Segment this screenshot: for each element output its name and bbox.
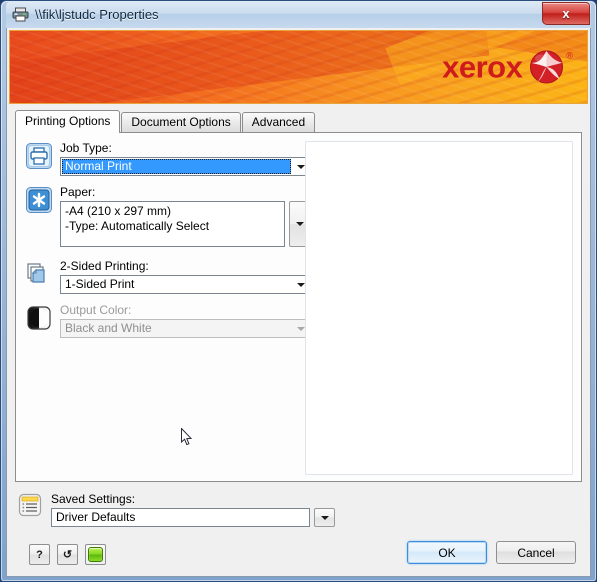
print-preview-panel[interactable] — [305, 141, 573, 475]
paper-summary-box[interactable]: -A4 (210 x 297 mm) -Type: Automatically … — [60, 201, 285, 247]
settings-column: Job Type: Normal Print Paper: -A4 (210 x… — [26, 141, 310, 347]
earth-smart-button[interactable] — [85, 544, 106, 565]
registered-trademark: ® — [566, 50, 573, 61]
job-type-printer-icon — [26, 143, 52, 169]
xerox-wordmark: xerox — [442, 49, 523, 85]
printer-icon — [12, 7, 29, 22]
xerox-logo: xerox ® — [442, 50, 573, 85]
paper-setting: Paper: -A4 (210 x 297 mm) -Type: Automat… — [26, 185, 310, 247]
tab-strip: Printing Options Document Options Advanc… — [15, 110, 590, 133]
dialog-action-buttons: OK Cancel — [398, 541, 576, 564]
tab-document-options[interactable]: Document Options — [121, 112, 241, 132]
paper-summary-row: -A4 (210 x 297 mm) -Type: Automatically … — [60, 201, 310, 247]
saved-settings-dropdown-button[interactable] — [314, 508, 335, 527]
tab-label: Document Options — [131, 115, 231, 129]
saved-settings-control: Driver Defaults — [51, 508, 335, 527]
job-type-combo[interactable]: Normal Print — [60, 157, 310, 176]
two-sided-printing-setting: 2-Sided Printing: 1-Sided Print — [26, 259, 310, 294]
xerox-banner: xerox ® — [9, 30, 588, 104]
job-type-value: Normal Print — [62, 159, 291, 174]
cancel-button[interactable]: Cancel — [496, 541, 576, 564]
chevron-down-icon — [320, 515, 329, 520]
restore-defaults-button[interactable]: ↺ — [57, 544, 78, 565]
output-color-label: Output Color: — [60, 303, 132, 317]
green-status-icon — [88, 547, 103, 562]
two-sided-value: 1-Sided Print — [65, 277, 135, 291]
saved-settings-list-icon — [17, 492, 43, 518]
utility-button-group: ? ↺ — [29, 544, 113, 565]
close-button-label: x — [562, 6, 570, 21]
tab-advanced[interactable]: Advanced — [241, 112, 316, 132]
properties-window: \\fik\ljstudc Properties x xerox ® Print… — [0, 0, 597, 582]
tab-label: Advanced — [251, 115, 306, 129]
paper-type-line: -Type: Automatically Select — [65, 219, 210, 233]
chevron-down-icon — [295, 222, 304, 226]
two-sided-combo[interactable]: 1-Sided Print — [60, 275, 310, 294]
question-mark-icon: ? — [36, 548, 43, 561]
title-bar: \\fik\ljstudc Properties x — [6, 1, 591, 28]
saved-settings-label: Saved Settings: — [51, 492, 136, 506]
job-type-label: Job Type: — [60, 141, 112, 155]
output-color-combo: Black and White — [60, 319, 310, 338]
close-icon[interactable]: x — [542, 2, 590, 25]
help-button[interactable]: ? — [29, 544, 50, 565]
paper-size-line: -A4 (210 x 297 mm) — [65, 204, 172, 218]
cancel-button-label: Cancel — [517, 545, 555, 560]
tab-printing-options[interactable]: Printing Options — [15, 110, 121, 133]
saved-settings-value[interactable]: Driver Defaults — [51, 508, 310, 527]
printing-options-panel: Job Type: Normal Print Paper: -A4 (210 x… — [15, 132, 582, 482]
window-title: \\fik\ljstudc Properties — [35, 7, 159, 22]
paper-label: Paper: — [60, 185, 96, 199]
dialog-client-area: xerox ® Printing Options Document Option… — [6, 28, 591, 577]
xerox-ball-logo-icon — [529, 50, 564, 85]
tab-label: Printing Options — [25, 114, 111, 128]
two-sided-pages-icon — [26, 261, 52, 287]
paper-asterisk-icon — [26, 187, 52, 213]
output-color-icon — [26, 305, 52, 331]
output-color-setting: Output Color: Black and White — [26, 303, 310, 338]
two-sided-label: 2-Sided Printing: — [60, 259, 149, 273]
dialog-bottom-bar: ? ↺ OK Cancel — [7, 538, 590, 576]
saved-settings-row: Saved Settings: Driver Defaults — [17, 492, 335, 527]
ok-button[interactable]: OK — [407, 541, 487, 564]
output-color-value: Black and White — [65, 321, 152, 335]
ok-button-label: OK — [438, 545, 456, 560]
undo-arrow-icon: ↺ — [62, 549, 73, 561]
job-type-setting: Job Type: Normal Print — [26, 141, 310, 176]
